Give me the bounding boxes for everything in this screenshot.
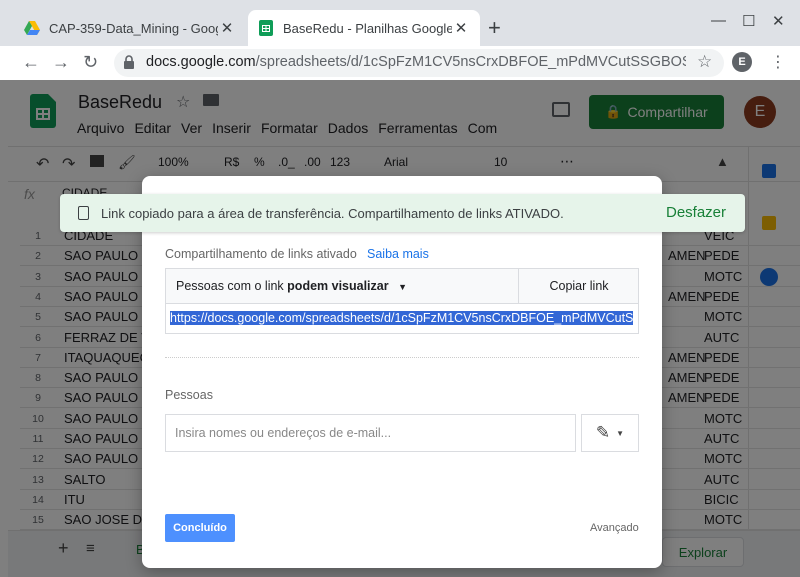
permission-dropdown[interactable]: Pessoas com o link podem visualizar ▼ — [176, 279, 407, 293]
permission-level: podem visualizar — [287, 279, 389, 293]
edit-permission-button[interactable]: ✎ ▼ — [581, 414, 639, 452]
bookmark-star-icon[interactable]: ☆ — [697, 52, 712, 72]
toast-message: Link copiado para a área de transferênci… — [101, 206, 564, 221]
url-path: /spreadsheets/d/1cSpFzM1CV5nsCrxDBFOE_mP… — [255, 54, 686, 70]
copy-link-button[interactable]: Copiar link — [518, 268, 639, 304]
done-button[interactable]: Concluído — [165, 514, 235, 542]
link-sharing-status: Compartilhamento de links ativado — [165, 247, 357, 261]
permission-prefix: Pessoas com o link — [176, 279, 288, 293]
sheets-icon — [259, 20, 273, 36]
reload-icon[interactable]: ↻ — [83, 52, 98, 73]
link-url-text: https://docs.google.com/spreadsheets/d/1… — [170, 311, 634, 325]
forward-icon[interactable]: → — [52, 52, 70, 73]
url-text[interactable]: docs.google.com/spreadsheets/d/1cSpFzM1C… — [146, 54, 686, 70]
advanced-link[interactable]: Avançado — [590, 522, 639, 534]
clipboard-icon — [78, 206, 89, 220]
profile-avatar[interactable]: E — [732, 52, 752, 72]
close-window-icon[interactable]: ✕ — [772, 12, 785, 30]
share-dialog: Compartilhamento de links ativado Saiba … — [142, 176, 662, 568]
back-icon[interactable]: ← — [22, 52, 40, 73]
new-tab-button[interactable]: + — [488, 15, 501, 41]
divider — [165, 357, 639, 358]
clipboard-toast: Link copiado para a área de transferênci… — [60, 194, 745, 232]
tab-close-icon[interactable]: ✕ — [452, 19, 470, 37]
tab-label: BaseRedu - Planilhas Google — [283, 20, 452, 36]
url-host: docs.google.com — [146, 54, 256, 70]
link-url-field[interactable]: https://docs.google.com/spreadsheets/d/1… — [165, 304, 639, 334]
tab-label: CAP-359-Data_Mining - Google — [49, 20, 218, 36]
minimize-icon[interactable]: — — [711, 12, 726, 29]
browser-tab-baseredu[interactable]: BaseRedu - Planilhas Google ✕ — [248, 10, 480, 46]
people-input[interactable]: Insira nomes ou endereços de e-mail... — [165, 414, 576, 452]
tab-close-icon[interactable]: ✕ — [218, 19, 236, 37]
browser-menu-icon[interactable]: ⋮ — [770, 52, 786, 72]
lock-icon[interactable] — [123, 55, 135, 70]
undo-link[interactable]: Desfazer — [666, 204, 726, 221]
browser-tab-data-mining[interactable]: CAP-359-Data_Mining - Google ✕ — [14, 10, 246, 46]
learn-more-link[interactable]: Saiba mais — [367, 247, 429, 261]
pencil-icon: ✎ — [595, 423, 611, 442]
people-heading: Pessoas — [165, 388, 213, 402]
drive-icon — [24, 21, 40, 35]
maximize-icon[interactable]: ☐ — [742, 12, 755, 30]
caret-down-icon: ▼ — [616, 428, 625, 438]
caret-down-icon: ▼ — [398, 282, 408, 292]
people-placeholder: Insira nomes ou endereços de e-mail... — [175, 426, 392, 440]
